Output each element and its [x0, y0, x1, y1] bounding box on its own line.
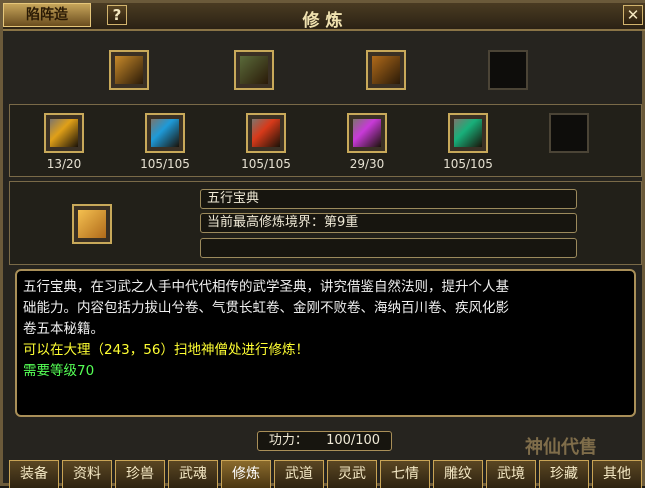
top-item-slot[interactable] [109, 50, 149, 90]
cultivation-window: 陷阵造 ? 修炼 ✕ 13/20 105/105 105/105 29/30 105/1… [0, 0, 645, 488]
bottom-tab-bar: 装备 资料 珍兽 武魂 修炼 武道 灵武 七情 雕纹 武境 珍藏 其他 [9, 460, 645, 488]
top-item-slot[interactable] [234, 50, 274, 90]
description-line: 五行宝典，在习武之人手中代代相传的武学圣典，讲究借鉴自然法则，提升个人基 [23, 279, 509, 295]
tab-武魂[interactable]: 武魂 [168, 460, 218, 488]
tab-珍兽[interactable]: 珍兽 [115, 460, 165, 488]
book-icon [353, 119, 381, 147]
book-progress: 105/105 [140, 157, 190, 171]
description-box: 五行宝典，在习武之人手中代代相传的武学圣典，讲究借鉴自然法则，提升个人基 础能力… [15, 269, 636, 417]
description-line: 础能力。内容包括力拔山兮卷、气贯长虹卷、金刚不败卷、海纳百川卷、疾风化影 [23, 300, 509, 316]
book-slot[interactable] [347, 113, 387, 153]
selected-book-slot[interactable] [72, 204, 112, 244]
watermark: 神仙代售 [525, 437, 597, 458]
tab-珍藏[interactable]: 珍藏 [539, 460, 589, 488]
book-icon [50, 119, 78, 147]
title-bar: 陷阵造 ? 修炼 ✕ [3, 3, 645, 31]
top-item-slot[interactable] [488, 50, 528, 90]
tab-灵武[interactable]: 灵武 [327, 460, 377, 488]
realm-field: 当前最高修炼境界：第9重 [200, 213, 577, 233]
tab-雕纹[interactable]: 雕纹 [433, 460, 483, 488]
top-item-slot[interactable] [366, 50, 406, 90]
tab-装备[interactable]: 装备 [9, 460, 59, 488]
tab-武境[interactable]: 武境 [486, 460, 536, 488]
power-display: 功力： 100/100 [257, 431, 392, 451]
tab-修炼[interactable]: 修炼 [221, 460, 271, 488]
close-button[interactable]: ✕ [623, 5, 643, 25]
book-progress: 105/105 [241, 157, 291, 171]
book-icon [151, 119, 179, 147]
item-icon [115, 56, 143, 84]
book-icon [252, 119, 280, 147]
book-slot[interactable] [246, 113, 286, 153]
level-requirement: 需要等级70 [23, 363, 95, 379]
tab-资料[interactable]: 资料 [62, 460, 112, 488]
extra-field [200, 238, 577, 258]
book-progress: 13/20 [46, 157, 82, 171]
book-icon [454, 119, 482, 147]
book-icon [78, 210, 106, 238]
window-title: 修炼 [302, 11, 349, 31]
book-progress: 29/30 [349, 157, 385, 171]
description-line: 卷五本秘籍。 [23, 321, 104, 337]
book-slot[interactable] [44, 113, 84, 153]
selected-name-field: 五行宝典 [200, 189, 577, 209]
book-progress: 105/105 [443, 157, 493, 171]
power-value: 100/100 [326, 433, 381, 448]
book-slot[interactable] [448, 113, 488, 153]
location-text: 可以在大理（243，56）扫地神僧处进行修炼！ [23, 342, 309, 358]
tab-七情[interactable]: 七情 [380, 460, 430, 488]
book-slot[interactable] [549, 113, 589, 153]
power-label: 功力： [268, 433, 308, 448]
tab-武道[interactable]: 武道 [274, 460, 324, 488]
book-slot[interactable] [145, 113, 185, 153]
tab-其他[interactable]: 其他 [592, 460, 642, 488]
item-icon [372, 56, 400, 84]
item-icon [240, 56, 268, 84]
